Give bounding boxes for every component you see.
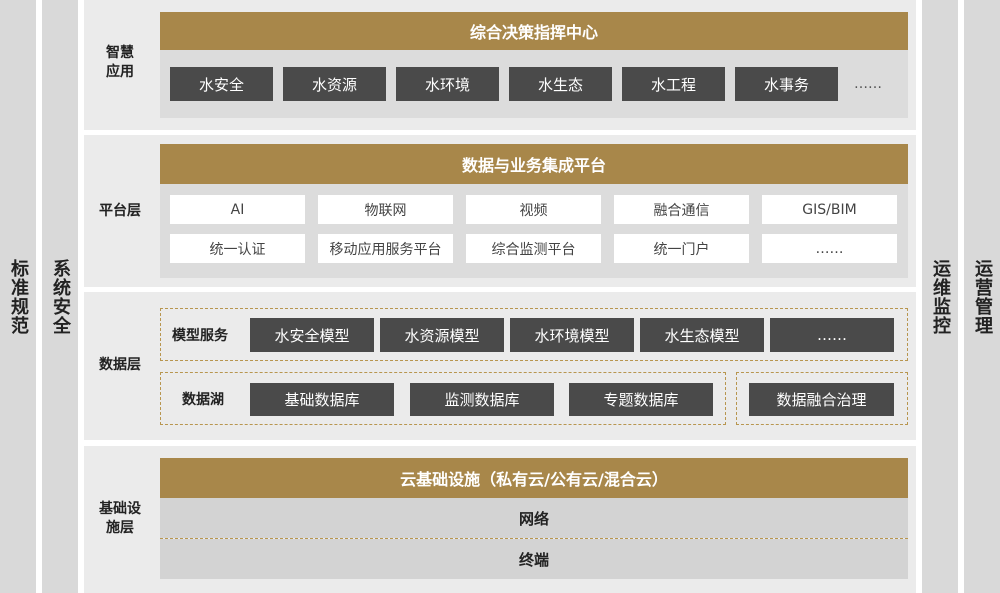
app-item-water-ecology: 水生态 [509, 67, 612, 101]
sidebar-system-security-label: 系统安全 [50, 258, 71, 335]
platform-item-more: …… [762, 234, 897, 263]
app-item-water-engineering: 水工程 [622, 67, 725, 101]
smart-app-label-text: 智慧应用 [106, 45, 134, 80]
sidebar-operations-management-label: 运营管理 [972, 258, 993, 335]
platform-item-monitoring-platform: 综合监测平台 [466, 234, 601, 263]
platform-item-unified-auth: 统一认证 [170, 234, 305, 263]
infra-network: 网络 [160, 498, 908, 538]
platform-item-ai: AI [170, 195, 305, 224]
model-water-environment: 水环境模型 [510, 318, 634, 352]
model-water-safety: 水安全模型 [250, 318, 374, 352]
platform-item-iot: 物联网 [318, 195, 453, 224]
platform-title: 数据与业务集成平台 [160, 144, 908, 184]
infra-label-text: 基础设施层 [99, 501, 141, 536]
platform-item-gis-bim: GIS/BIM [762, 195, 897, 224]
data-lake-label: 数据湖 [182, 392, 224, 408]
sidebar-standards: 标准规范 [0, 0, 36, 593]
sidebar-ops-monitoring: 运维监控 [922, 0, 958, 593]
sidebar-system-security: 系统安全 [42, 0, 78, 593]
sidebar-operations-management: 运营管理 [964, 0, 1000, 593]
sidebar-ops-monitoring-label: 运维监控 [930, 258, 951, 335]
smart-app-title: 综合决策指挥中心 [160, 12, 908, 50]
model-water-ecology: 水生态模型 [640, 318, 764, 352]
db-thematic: 专题数据库 [569, 383, 713, 416]
model-service-label: 模型服务 [172, 328, 228, 344]
db-basic: 基础数据库 [250, 383, 394, 416]
platform-label: 平台层 [99, 203, 141, 219]
platform-item-mobile-platform: 移动应用服务平台 [318, 234, 453, 263]
data-governance: 数据融合治理 [749, 383, 894, 416]
app-item-more: …… [854, 76, 882, 92]
app-item-water-safety: 水安全 [170, 67, 273, 101]
platform-item-video: 视频 [466, 195, 601, 224]
infra-terminal: 终端 [160, 539, 908, 579]
platform-item-converged-comm: 融合通信 [614, 195, 749, 224]
app-item-water-environment: 水环境 [396, 67, 499, 101]
model-water-resources: 水资源模型 [380, 318, 504, 352]
infra-label: 基础设施层 [84, 500, 156, 540]
model-more: …… [770, 318, 894, 352]
infra-title: 云基础设施（私有云/公有云/混合云） [160, 458, 908, 498]
app-item-water-resources: 水资源 [283, 67, 386, 101]
app-item-water-affairs: 水事务 [735, 67, 838, 101]
db-monitoring: 监测数据库 [410, 383, 554, 416]
data-layer-label: 数据层 [99, 357, 141, 373]
smart-app-label: 智慧应用 [84, 44, 156, 84]
sidebar-standards-label: 标准规范 [8, 258, 29, 335]
platform-item-unified-portal: 统一门户 [614, 234, 749, 263]
